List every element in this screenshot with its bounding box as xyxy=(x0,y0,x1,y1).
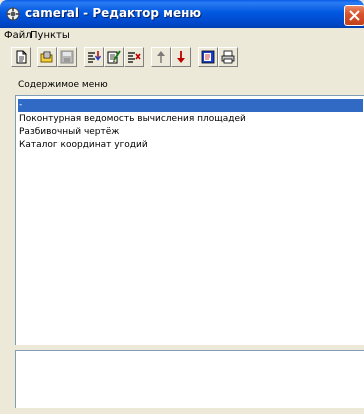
print-button[interactable] xyxy=(218,47,238,67)
app-icon[interactable] xyxy=(5,6,21,22)
move-up-button[interactable] xyxy=(151,47,171,67)
menu-bar: Файл Пункты xyxy=(0,28,364,44)
list-item[interactable]: - xyxy=(18,99,363,112)
move-down-icon xyxy=(177,51,185,63)
move-down-button[interactable] xyxy=(171,47,191,67)
move-up-icon xyxy=(157,51,165,63)
menu-contents-list[interactable]: - Поконтурная ведомость вычисления площа… xyxy=(15,95,364,345)
menu-items[interactable]: Пункты xyxy=(30,30,70,41)
edit-item-button[interactable] xyxy=(104,47,124,67)
list-item[interactable]: Поконтурная ведомость вычисления площаде… xyxy=(18,113,363,126)
app-window: cameral - Редактор меню Файл Пункты Соде… xyxy=(0,0,364,414)
list-item[interactable]: Разбивочный чертёж xyxy=(18,126,363,139)
preview-button[interactable] xyxy=(198,47,218,67)
new-file-icon xyxy=(16,50,27,64)
close-button[interactable] xyxy=(344,5,364,26)
save-icon xyxy=(60,50,74,64)
close-icon xyxy=(349,10,360,21)
window-title: cameral - Редактор меню xyxy=(25,6,202,20)
list-item[interactable]: Каталог координат угодий xyxy=(18,139,363,152)
delete-item-button[interactable] xyxy=(124,47,144,67)
new-file-button[interactable] xyxy=(11,47,31,67)
insert-item-button[interactable] xyxy=(84,47,104,67)
open-file-button[interactable] xyxy=(37,47,57,67)
title-bar[interactable]: cameral - Редактор меню xyxy=(0,0,364,28)
delete-item-icon xyxy=(128,52,141,63)
open-file-icon xyxy=(40,51,53,63)
menu-file[interactable]: Файл xyxy=(4,30,32,41)
edit-item-icon xyxy=(107,50,121,64)
toolbar xyxy=(0,44,364,70)
preview-icon xyxy=(201,50,215,64)
save-button[interactable] xyxy=(57,47,77,67)
menu-contents-label: Содержимое меню xyxy=(18,80,108,90)
item-details-pane[interactable] xyxy=(15,350,364,408)
print-icon xyxy=(221,50,235,64)
insert-item-icon xyxy=(88,51,101,63)
